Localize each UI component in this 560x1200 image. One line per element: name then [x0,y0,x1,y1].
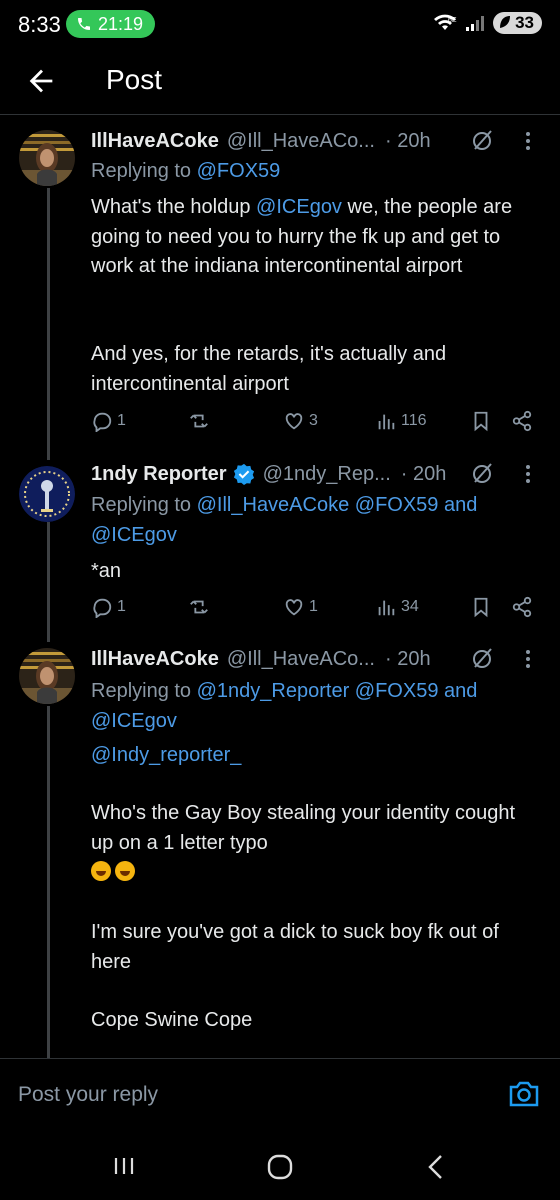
status-bar: 8:33 21:19 6E 33 [0,0,560,50]
reply-composer: Post your reply [0,1058,560,1137]
system-nav-bar [0,1136,560,1200]
author-name[interactable]: IllHaveACoke [91,648,219,671]
reply-button[interactable]: 1 [91,410,126,432]
status-time: 8:33 [18,12,61,37]
author-name[interactable]: IllHaveACoke [91,130,219,153]
replying-to: Replying to @Ill_HaveACoke @FOX59 and @I… [91,494,478,546]
replying-to: Replying to @FOX59 [91,160,281,182]
wifi-icon: 6E [434,14,457,30]
author-handle[interactable]: @Ill_HaveACo... [227,648,375,671]
top-bar: Post [0,50,560,115]
phone-icon [78,18,90,30]
view-count: 116 [401,412,427,429]
ongoing-call-pill[interactable]: 21:19 [66,10,156,38]
like-count: 1 [309,598,318,615]
bookmark-button[interactable] [471,410,491,432]
views-button[interactable]: 34 [375,596,419,618]
avatar[interactable] [19,130,75,186]
view-count: 34 [401,598,419,615]
reply-icon [93,412,112,432]
avatar[interactable] [19,648,75,704]
share-icon [512,410,532,432]
views-icon [378,600,395,616]
post-text: *an [91,560,122,582]
repost-icon [190,600,208,614]
like-count: 3 [309,412,318,429]
like-button[interactable]: 3 [283,410,318,432]
leaf-icon [500,16,511,28]
bookmark-button[interactable] [471,596,491,618]
camera-icon[interactable] [508,1079,540,1109]
bookmark-icon [474,597,488,618]
home-icon[interactable] [267,1154,293,1180]
heart-icon [285,413,303,430]
mention-link[interactable]: @Indy_reporter_ [91,741,541,771]
page-title: Post [106,64,163,95]
mention-link[interactable]: @ICEgov [256,196,342,218]
recent-apps-icon[interactable] [112,1154,136,1178]
share-button[interactable] [511,596,533,618]
replying-to: Replying to @1ndy_Reporter @FOX59 and @I… [91,680,478,732]
heart-icon [285,599,303,616]
post-text: I'm sure you've got a dick to suck boy f… [91,921,499,973]
mention-link[interactable]: @FOX59 [197,160,281,182]
author-handle[interactable]: @1ndy_Rep... [263,463,391,486]
verified-badge-icon [233,463,254,485]
post-text: And yes, for the retards, it's actually … [91,343,447,395]
views-icon [378,414,395,430]
post-time: · 20h [400,462,447,485]
grok-icon[interactable] [470,461,494,485]
grok-icon[interactable] [470,646,494,670]
action-bar: 1 3 116 [91,410,541,440]
post-text: Cope Swine Cope [91,1009,253,1031]
avatar[interactable] [19,466,75,522]
post-time: · 20h [384,129,431,152]
bookmark-icon [474,411,488,432]
share-icon [512,596,532,618]
post-text: What's the holdup @ICEgov we, the people… [91,196,513,277]
repost-icon [190,414,208,428]
laughing-emoji-icon [115,861,135,881]
action-bar: 1 1 34 [91,596,541,626]
more-options-icon[interactable] [520,463,536,485]
more-options-icon[interactable] [520,648,536,670]
signal-icon [466,16,485,31]
views-button[interactable]: 116 [375,410,427,432]
battery-indicator: 33 [493,12,542,34]
thread-line [47,188,50,460]
call-duration: 21:19 [98,13,144,34]
reply-count: 1 [117,598,126,615]
battery-level: 33 [515,13,534,32]
repost-button[interactable] [187,410,215,432]
grok-icon[interactable] [470,128,494,152]
reply-button[interactable]: 1 [91,596,126,618]
repost-button[interactable] [187,596,215,618]
reply-count: 1 [117,412,126,429]
back-nav-icon[interactable] [426,1154,446,1180]
author-handle[interactable]: @Ill_HaveACo... [227,130,375,153]
laughing-emoji-icon [91,861,111,881]
post-text: Who's the Gay Boy stealing your identity… [91,799,541,888]
reply-icon [93,598,112,618]
thread-line [47,706,50,1058]
share-button[interactable] [511,410,533,432]
post-time: · 20h [384,647,431,670]
like-button[interactable]: 1 [283,596,318,618]
reply-input[interactable]: Post your reply [18,1083,158,1107]
network-label: 6E [448,17,457,24]
thread-line [47,522,50,642]
back-arrow-icon[interactable] [24,64,58,98]
author-name[interactable]: 1ndy Reporter [91,463,227,486]
more-options-icon[interactable] [520,130,536,152]
